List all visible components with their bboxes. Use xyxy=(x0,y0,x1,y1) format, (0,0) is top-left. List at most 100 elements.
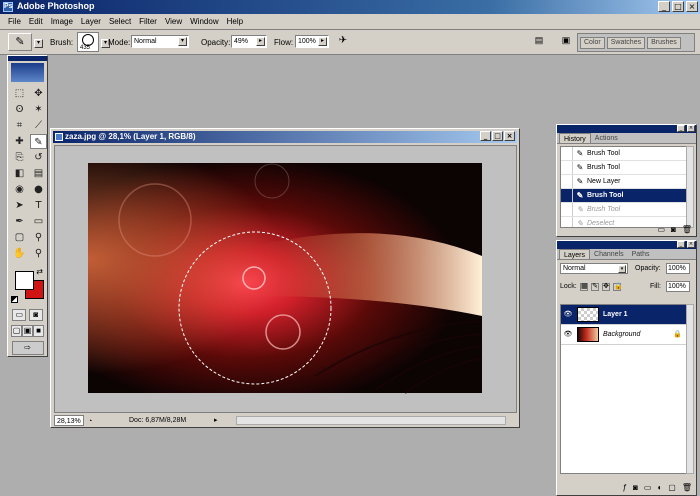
type-icon[interactable]: T xyxy=(30,198,47,213)
menu-layer[interactable]: Layer xyxy=(77,17,105,26)
doc-maximize-button[interactable]: □ xyxy=(492,131,503,141)
history-item[interactable]: ✎ Brush Tool xyxy=(561,147,690,161)
layer-row[interactable]: 👁 Layer 1 xyxy=(561,305,690,325)
quick-mask-mode-icon[interactable]: ◙ xyxy=(28,309,43,321)
brush-icon[interactable]: ✎ xyxy=(30,134,47,149)
palette-well-icon[interactable]: ▣ xyxy=(557,35,575,49)
history-source-checkbox[interactable] xyxy=(561,175,573,188)
magic-wand-icon[interactable]: ✶ xyxy=(30,102,47,117)
eyedropper-icon[interactable]: ⚲ xyxy=(30,230,47,245)
gradient-icon[interactable]: ▤ xyxy=(30,166,47,181)
path-selection-icon[interactable]: ➤ xyxy=(11,198,28,213)
tool-preset-dropdown-icon[interactable]: ▾ xyxy=(34,39,43,48)
slice-icon[interactable]: ⟋ xyxy=(30,118,47,133)
layer-opacity-field[interactable]: 100% xyxy=(666,263,690,274)
fill-field[interactable]: 100% xyxy=(666,281,690,292)
mode-select[interactable]: Normal ▾ xyxy=(131,35,189,48)
history-item[interactable]: ✎ Brush Tool xyxy=(561,203,690,217)
menu-select[interactable]: Select xyxy=(105,17,135,26)
blur-icon[interactable]: ◉ xyxy=(11,182,28,197)
history-source-checkbox[interactable] xyxy=(561,203,573,216)
adjustment-layer-icon[interactable]: ◐ xyxy=(657,483,662,492)
tab-paths[interactable]: Paths xyxy=(628,249,654,259)
tab-channels[interactable]: Channels xyxy=(590,249,628,259)
history-item[interactable]: ✎ Brush Tool xyxy=(561,161,690,175)
new-layer-icon[interactable]: ▢ xyxy=(668,483,676,492)
file-browser-icon[interactable]: ▤ xyxy=(532,35,546,49)
opacity-field[interactable]: 49% ▸ xyxy=(231,35,267,48)
standard-screen-icon[interactable]: ▢ xyxy=(11,325,22,337)
close-button[interactable]: × xyxy=(686,1,698,12)
delete-state-icon[interactable]: 🗑 xyxy=(682,225,692,234)
history-scrollbar[interactable] xyxy=(686,146,694,228)
layers-scrollbar[interactable] xyxy=(686,304,694,474)
history-item[interactable]: ✎ Brush Tool xyxy=(561,189,690,203)
maximize-button[interactable]: □ xyxy=(672,1,684,12)
menu-edit[interactable]: Edit xyxy=(25,17,47,26)
horizontal-scrollbar[interactable] xyxy=(236,416,506,425)
doc-minimize-button[interactable]: _ xyxy=(480,131,491,141)
toolbox-title-bar[interactable] xyxy=(8,56,47,61)
layer-set-icon[interactable]: ▭ xyxy=(644,483,652,492)
airbrush-icon[interactable]: ✈ xyxy=(334,35,352,50)
hand-icon[interactable]: ✋ xyxy=(11,246,28,261)
swap-colors-icon[interactable]: ⇄ xyxy=(36,267,43,276)
menu-window[interactable]: Window xyxy=(186,17,222,26)
canvas-image[interactable] xyxy=(55,146,516,412)
lock-image-icon[interactable]: ✎ xyxy=(591,283,599,291)
doc-close-button[interactable]: × xyxy=(504,131,515,141)
well-tab-color[interactable]: Color xyxy=(580,37,605,49)
history-palette-header[interactable]: _ × xyxy=(557,125,696,133)
blend-mode-select[interactable]: Normal ▾ xyxy=(560,263,628,274)
menu-view[interactable]: View xyxy=(161,17,186,26)
brush-picker[interactable]: 435 xyxy=(77,32,99,52)
tab-history[interactable]: History xyxy=(559,133,591,143)
marquee-icon[interactable]: ⬚ xyxy=(11,86,28,101)
well-tab-brushes[interactable]: Brushes xyxy=(647,37,681,49)
pen-icon[interactable]: ✒ xyxy=(11,214,28,229)
move-icon[interactable]: ✥ xyxy=(30,86,47,101)
layers-palette-header[interactable]: _ × xyxy=(557,241,696,249)
layer-style-icon[interactable]: ƒ xyxy=(623,483,627,492)
zoom-field[interactable]: 28,13% xyxy=(54,415,84,426)
document-status-icon[interactable]: ◔ xyxy=(88,416,92,427)
full-screen-menu-icon[interactable]: ▣ xyxy=(22,325,33,337)
visibility-eye-icon[interactable]: 👁 xyxy=(563,330,573,340)
canvas-area[interactable] xyxy=(54,145,517,413)
history-item[interactable]: ✎ New Layer xyxy=(561,175,690,189)
layers-close-button[interactable]: × xyxy=(687,241,695,248)
layer-mask-icon[interactable]: ◙ xyxy=(633,483,638,492)
menu-image[interactable]: Image xyxy=(47,17,77,26)
history-brush-icon[interactable]: ↺ xyxy=(30,150,47,165)
lock-position-icon[interactable]: ✥ xyxy=(602,283,610,291)
lock-all-icon[interactable]: 🔒 xyxy=(613,283,623,291)
menu-filter[interactable]: Filter xyxy=(135,17,161,26)
full-screen-icon[interactable]: ■ xyxy=(33,325,44,337)
lock-transparency-icon[interactable]: ▦ xyxy=(580,283,588,291)
foreground-color-swatch[interactable] xyxy=(15,271,34,290)
tab-actions[interactable]: Actions xyxy=(591,133,622,143)
standard-mode-icon[interactable]: ▭ xyxy=(12,309,27,321)
shape-icon[interactable]: ▭ xyxy=(30,214,47,229)
delete-layer-icon[interactable]: 🗑 xyxy=(682,483,692,492)
status-menu-icon[interactable]: ▸ xyxy=(214,415,218,426)
history-minimize-button[interactable]: _ xyxy=(677,125,685,132)
eraser-icon[interactable]: ◧ xyxy=(11,166,28,181)
jump-to-imageready-icon[interactable]: ⇨ xyxy=(11,341,44,355)
document-title-bar[interactable]: zaza.jpg @ 28,1% (Layer 1, RGB/8) _ □ × xyxy=(53,131,517,143)
clone-stamp-icon[interactable]: ⎘ xyxy=(11,150,28,165)
zoom-icon[interactable]: ⚲ xyxy=(30,246,47,261)
adobe-online-logo[interactable] xyxy=(11,63,44,82)
notes-icon[interactable]: ▢ xyxy=(11,230,28,245)
new-snapshot-icon[interactable]: ◙ xyxy=(671,225,676,234)
menu-help[interactable]: Help xyxy=(223,17,247,26)
tool-preset-picker[interactable]: ✎ xyxy=(8,33,32,51)
dodge-icon[interactable]: ● xyxy=(30,182,47,197)
lasso-icon[interactable]: ʘ xyxy=(11,102,28,117)
default-colors-icon[interactable] xyxy=(11,296,18,303)
healing-brush-icon[interactable]: ✚ xyxy=(11,134,28,149)
history-source-checkbox[interactable] xyxy=(561,189,573,202)
history-source-checkbox[interactable] xyxy=(561,217,573,227)
flow-field[interactable]: 100% ▸ xyxy=(295,35,329,48)
crop-icon[interactable]: ⌗ xyxy=(11,118,28,133)
